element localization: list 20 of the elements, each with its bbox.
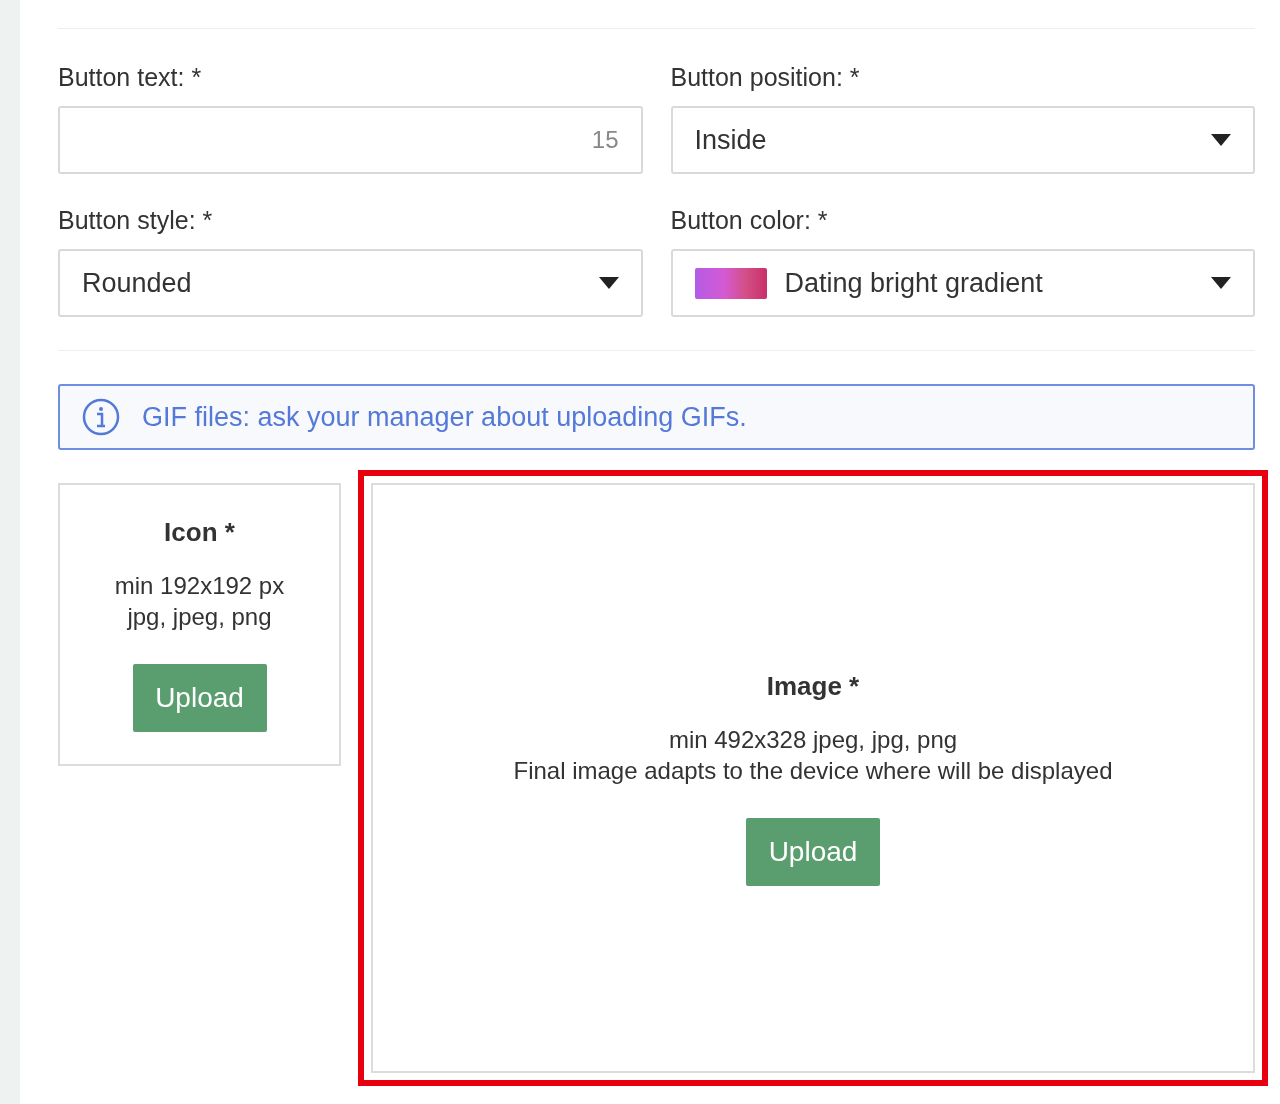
select-dropdown[interactable]: Inside xyxy=(670,106,1255,174)
text-input-field[interactable]: 15 xyxy=(58,106,643,174)
field-label: Button position: * xyxy=(670,63,860,92)
upload-requirements: Final image adapts to the device where will be displayed xyxy=(513,755,1113,786)
select-dropdown[interactable]: Rounded xyxy=(58,249,643,317)
upload-requirements: min 192x192 px xyxy=(114,571,285,601)
gradient-swatch-icon xyxy=(694,267,767,299)
field-label: Button style: * xyxy=(58,206,213,235)
caret-icon xyxy=(1211,134,1231,146)
field-label: Button color: * xyxy=(670,206,828,235)
caret-icon xyxy=(598,277,619,289)
caret-icon xyxy=(1211,277,1231,289)
upload-requirements: jpg, jpeg, png xyxy=(127,602,272,632)
upload-title: Icon * xyxy=(164,517,235,548)
info-icon xyxy=(82,398,120,436)
field-label: Button text: * xyxy=(58,63,202,92)
info-text: GIF files: ask your manager about uploading GIFs. xyxy=(142,401,747,433)
upload-title: Image * xyxy=(766,670,860,702)
color-select-dropdown[interactable]: Dating bright gradient xyxy=(670,249,1255,317)
upload-requirements: min 492x328 jpeg, jpg, png xyxy=(668,724,958,755)
